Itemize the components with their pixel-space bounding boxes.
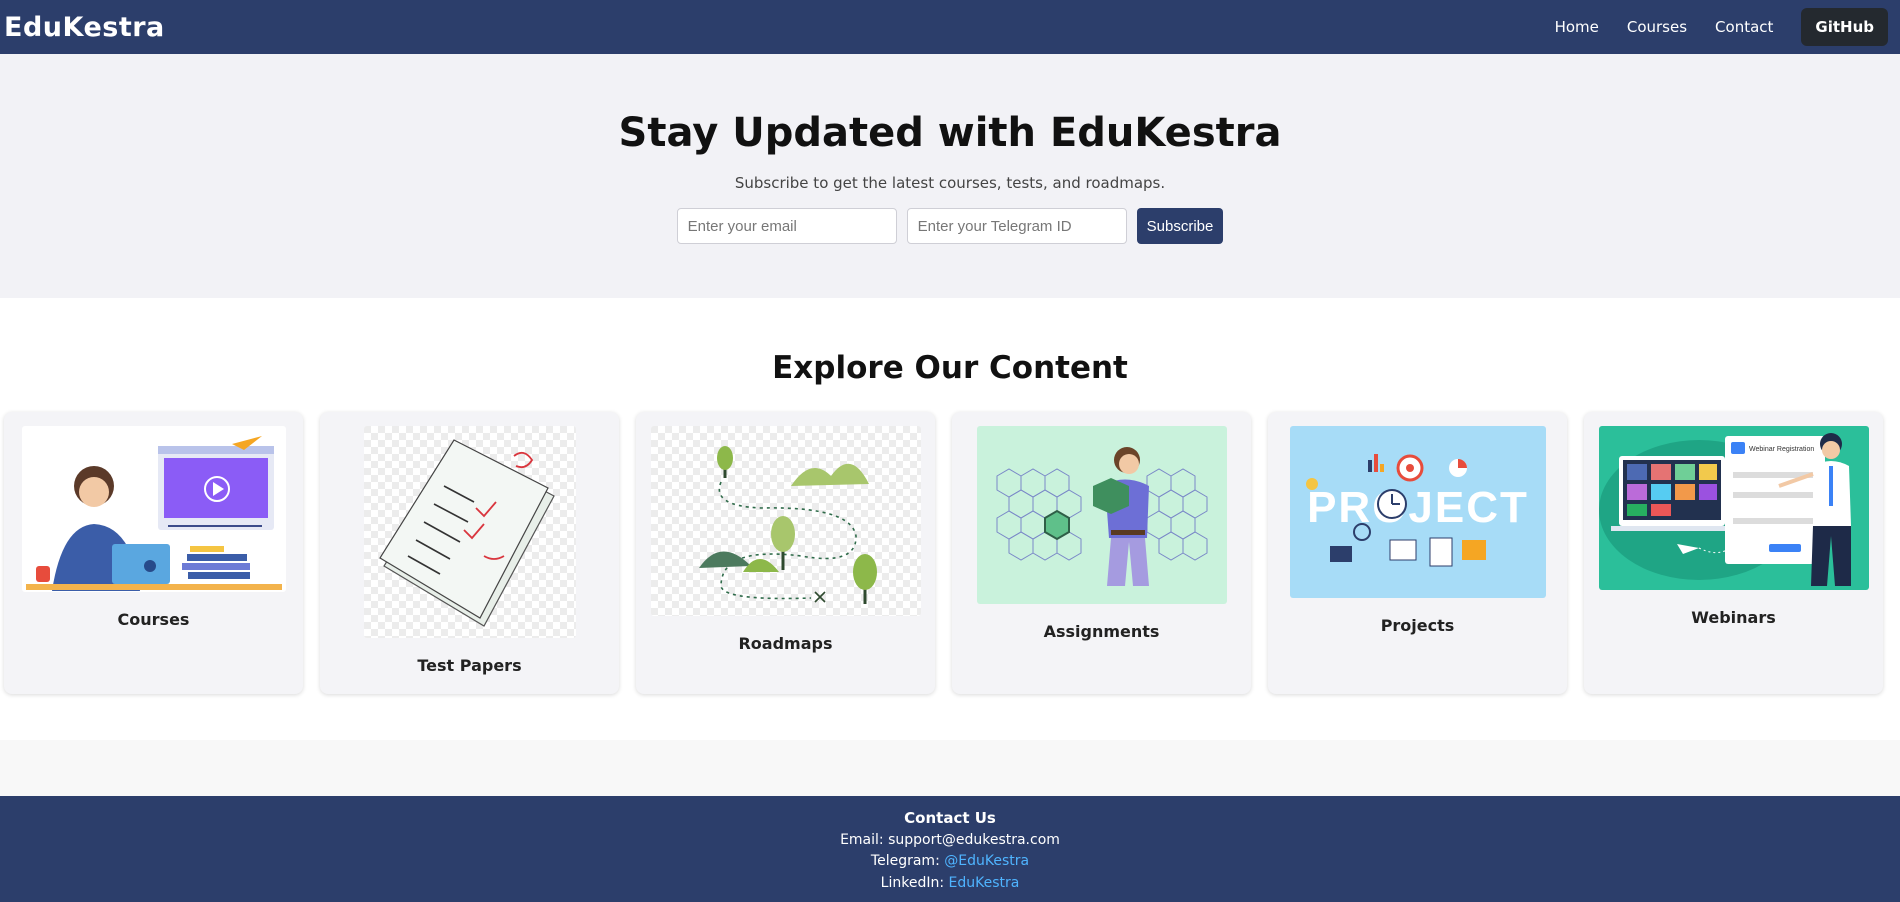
card-assignments[interactable]: Assignments [952, 412, 1251, 694]
telegram-input[interactable] [906, 208, 1127, 244]
nav-link-home[interactable]: Home [1555, 18, 1599, 36]
footer: Contact Us Email: support@edukestra.com … [0, 796, 1900, 902]
nav-link-courses[interactable]: Courses [1627, 18, 1687, 36]
footer-email: support@edukestra.com [888, 831, 1060, 848]
courses-illustration [21, 426, 286, 592]
navbar: EduKestra Home Courses Contact GitHub [0, 0, 1900, 54]
svg-text:PROJECT: PROJECT [1307, 483, 1529, 532]
footer-email-label: Email: [840, 831, 889, 848]
subscribe-button[interactable]: Subscribe [1136, 208, 1224, 244]
footer-telegram-row: Telegram: @EduKestra [0, 851, 1900, 873]
spacer-band [0, 740, 1900, 796]
card-title-assignments: Assignments [1043, 622, 1160, 641]
card-title-test-papers: Test Papers [417, 656, 522, 675]
card-title-webinars: Webinars [1691, 608, 1776, 627]
footer-linkedin-row: LinkedIn: EduKestra [0, 873, 1900, 895]
email-input[interactable] [676, 208, 897, 244]
footer-linkedin-link[interactable]: EduKestra [949, 875, 1020, 891]
hero-title: Stay Updated with EduKestra [618, 110, 1282, 156]
test-papers-illustration [363, 426, 576, 638]
card-title-roadmaps: Roadmaps [738, 634, 833, 653]
svg-text:Webinar Registration: Webinar Registration [1749, 446, 1814, 453]
footer-linkedin-label: LinkedIn: [880, 874, 949, 891]
footer-email-row: Email: support@edukestra.com [0, 830, 1900, 852]
webinars-illustration: Webinar Registration [1598, 426, 1869, 590]
card-test-papers[interactable]: Test Papers [320, 412, 619, 694]
card-projects[interactable]: PROJECT Projects [1268, 412, 1567, 694]
brand-logo[interactable]: EduKestra [4, 12, 165, 43]
card-roadmaps[interactable]: Roadmaps [636, 412, 935, 694]
footer-telegram-link[interactable]: @EduKestra [944, 853, 1029, 869]
card-title-projects: Projects [1380, 616, 1455, 635]
subscribe-section: Stay Updated with EduKestra Subscribe to… [0, 54, 1900, 298]
projects-illustration: PROJECT [1289, 426, 1546, 598]
footer-telegram-label: Telegram: [870, 853, 945, 869]
content-cards: Courses Test Papers Roadmaps Assignments… [0, 412, 1900, 694]
hero-subtitle: Subscribe to get the latest courses, tes… [734, 174, 1166, 192]
nav-links: Home Courses Contact GitHub [1555, 8, 1888, 46]
github-button[interactable]: GitHub [1801, 8, 1888, 46]
subscribe-form: Subscribe [0, 208, 1900, 244]
assignments-illustration [976, 426, 1227, 604]
card-title-courses: Courses [117, 610, 190, 629]
roadmaps-illustration [650, 426, 921, 616]
card-courses[interactable]: Courses [4, 412, 303, 694]
explore-section: Explore Our Content Courses Test Papers … [0, 298, 1900, 694]
nav-link-contact[interactable]: Contact [1715, 18, 1773, 36]
card-webinars[interactable]: Webinar Registration Webinars [1584, 412, 1883, 694]
footer-title: Contact Us [904, 809, 996, 827]
explore-title: Explore Our Content [772, 350, 1128, 386]
